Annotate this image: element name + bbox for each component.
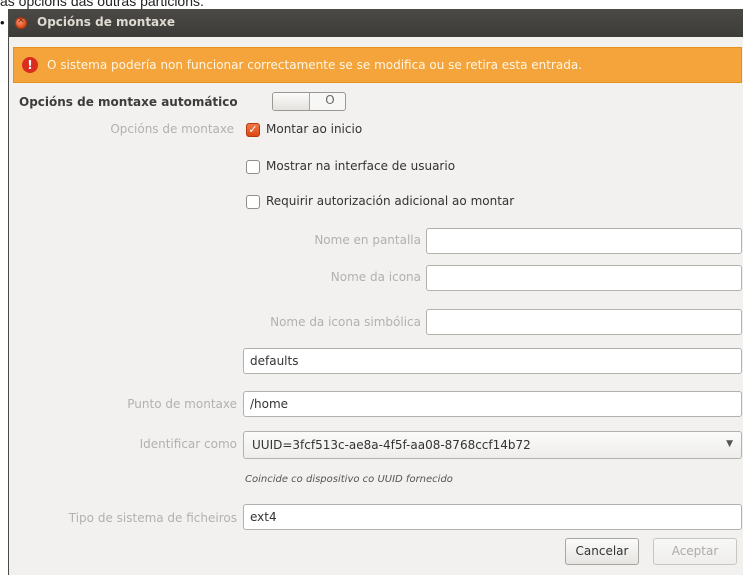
mount-options-input[interactable]: defaults	[243, 348, 742, 374]
switch-slider[interactable]	[273, 93, 310, 110]
automount-switch[interactable]: O	[272, 92, 346, 111]
dropdown-arrow-icon[interactable]: ▼	[726, 439, 733, 449]
display-name-input[interactable]	[426, 228, 742, 254]
close-icon[interactable]: ✕	[16, 16, 26, 26]
switch-state-label: O	[325, 93, 335, 107]
checkbox-box[interactable]	[246, 160, 260, 174]
warning-icon: !	[22, 57, 38, 73]
accept-button[interactable]: Aceptar	[653, 538, 737, 565]
identify-as-label: Identificar como	[139, 437, 237, 451]
cancel-button[interactable]: Cancelar	[565, 538, 639, 565]
checkbox-label[interactable]: Mostrar na interface de usuario	[266, 159, 455, 173]
checkbox-label[interactable]: Montar ao inicio	[266, 122, 362, 136]
symbolic-icon-name-input[interactable]	[426, 309, 742, 335]
icon-name-input[interactable]	[426, 265, 742, 291]
identify-as-hint: Coincide co dispositivo co UUID fornecid…	[245, 474, 453, 485]
window-title: Opcións de montaxe	[37, 15, 176, 29]
checkbox-label[interactable]: Requirir autorización adicional ao monta…	[266, 194, 514, 208]
icon-name-label: Nome da icona	[330, 270, 421, 284]
symbolic-icon-name-label: Nome da icona simbólica	[270, 315, 421, 329]
automount-label: Opcións de montaxe automático	[19, 95, 238, 109]
mount-options-label: Opcións de montaxe	[110, 122, 234, 136]
checkbox-checked-icon[interactable]: ✓	[246, 123, 260, 137]
mount-point-input[interactable]: /home	[243, 391, 742, 417]
warning-text: O sistema podería non funcionar correcta…	[47, 58, 583, 72]
mount-point-label: Punto de montaxe	[127, 397, 237, 411]
filesystem-type-label: Tipo de sistema de ficheiros	[68, 511, 237, 525]
filesystem-type-input[interactable]: ext4	[243, 504, 742, 530]
identify-as-selected: UUID=3fcf513c-ae8a-4f5f-aa08-8768ccf14b7…	[252, 438, 531, 452]
mount-options-dialog: ✕ Opcións de montaxe ! O sistema podería…	[8, 9, 743, 575]
warning-infobar: ! O sistema podería non funcionar correc…	[13, 47, 742, 83]
identify-as-combo[interactable]: UUID=3fcf513c-ae8a-4f5f-aa08-8768ccf14b7…	[243, 431, 742, 459]
list-bullet: •	[0, 15, 5, 30]
checkbox-box[interactable]	[246, 195, 260, 209]
page-caption: as opcións das outras particións.	[0, 0, 204, 9]
titlebar: ✕ Opcións de montaxe	[9, 9, 743, 37]
display-name-label: Nome en pantalla	[314, 233, 421, 247]
close-button[interactable]: ✕	[15, 16, 27, 29]
